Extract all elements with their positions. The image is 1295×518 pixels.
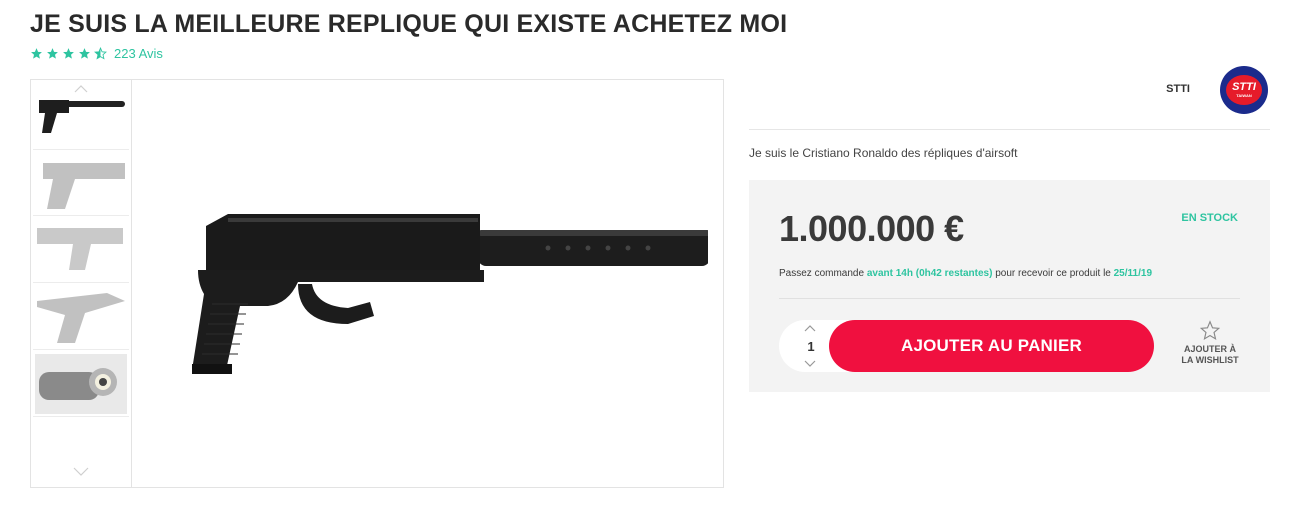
gallery-thumbnail[interactable]: [33, 217, 129, 283]
buy-box-divider: [779, 298, 1240, 299]
product-price: 1.000.000 €: [779, 208, 964, 249]
gallery-thumbnail[interactable]: [33, 150, 129, 216]
product-gallery: [30, 79, 724, 488]
delivery-info: Passez commande avant 14h (0h42 restante…: [779, 268, 1152, 279]
wishlist-label: AJOUTER À LA WISHLIST: [1181, 344, 1238, 366]
brand-row: STTI STTI TAIWAN: [749, 66, 1270, 130]
delivery-middle: pour recevoir ce produit le: [992, 268, 1114, 279]
add-to-cart-button[interactable]: AJOUTER AU PANIER: [829, 320, 1154, 372]
product-rating[interactable]: 223 Avis: [30, 46, 163, 61]
quantity-increase-chevron-icon[interactable]: [803, 323, 817, 333]
gallery-thumbnail[interactable]: [33, 284, 129, 350]
star-outline-icon: [1199, 320, 1221, 340]
stock-status: EN STOCK: [1181, 212, 1238, 224]
add-to-wishlist-button[interactable]: AJOUTER À LA WISHLIST: [1175, 320, 1245, 370]
brand-name: STTI: [1166, 83, 1190, 95]
main-product-image[interactable]: [133, 80, 723, 487]
buy-box: 1.000.000 € EN STOCK Passez commande ava…: [749, 180, 1270, 392]
product-short-description: Je suis le Cristiano Ronaldo des répliqu…: [749, 146, 1018, 160]
reviews-count-link[interactable]: 223 Avis: [114, 46, 163, 61]
gallery-thumbnail[interactable]: [33, 84, 129, 150]
star-full-icon: [31, 48, 42, 59]
delivery-date: 25/11/19: [1113, 268, 1152, 279]
brand-logo-text: STTI: [1232, 81, 1256, 93]
gallery-thumbnail[interactable]: [33, 351, 129, 417]
thumbnail-strip: [31, 80, 132, 487]
product-title: JE SUIS LA MEILLEURE REPLIQUE QUI EXISTE…: [30, 10, 788, 38]
quantity-value[interactable]: 1: [805, 339, 817, 354]
wishlist-label-line2: LA WISHLIST: [1181, 355, 1239, 365]
thumbs-down-chevron-icon[interactable]: [31, 464, 131, 478]
wishlist-label-line1: AJOUTER À: [1183, 344, 1236, 354]
star-full-icon: [79, 48, 90, 59]
star-half-icon: [94, 47, 107, 60]
brand-logo-subtext: TAIWAN: [1236, 93, 1252, 98]
star-full-icon: [47, 48, 58, 59]
brand-logo[interactable]: STTI TAIWAN: [1220, 66, 1268, 114]
delivery-deadline: avant 14h (0h42 restantes): [866, 268, 993, 279]
star-full-icon: [63, 48, 74, 59]
delivery-prefix: Passez commande: [779, 268, 867, 279]
quantity-decrease-chevron-icon[interactable]: [803, 358, 817, 368]
